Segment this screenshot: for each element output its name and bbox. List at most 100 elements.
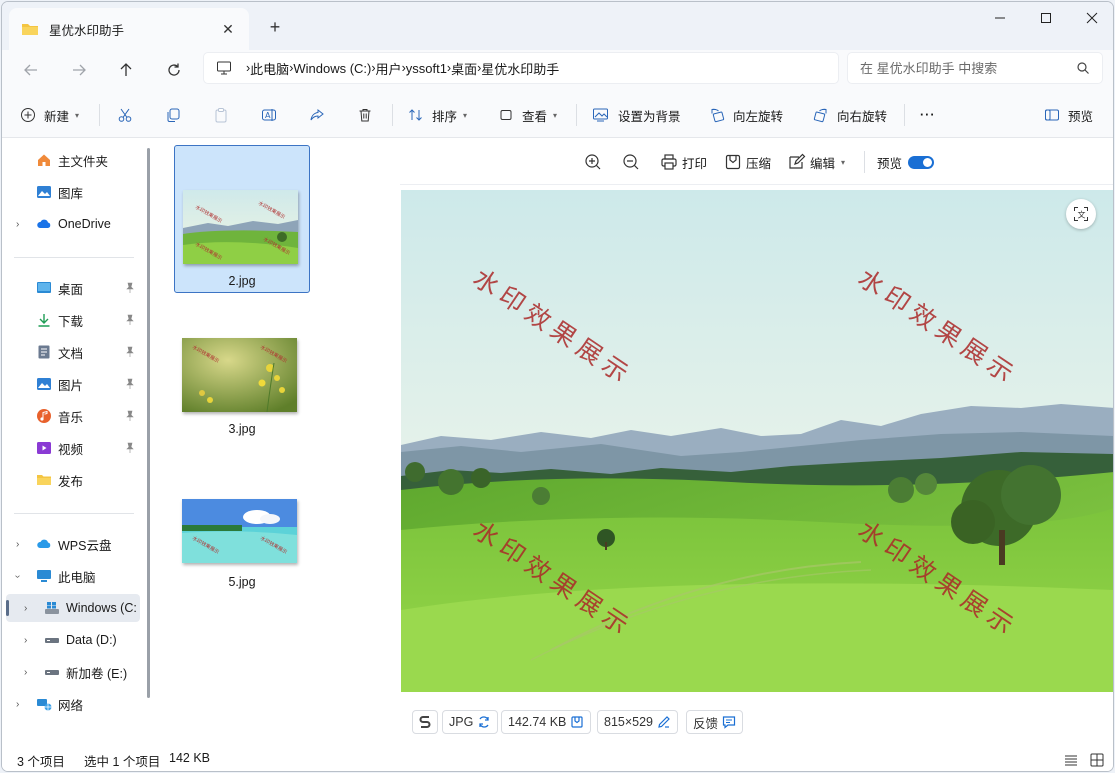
sidebar-item-publish[interactable]: 发布 <box>2 466 142 494</box>
breadcrumb-item[interactable]: 桌面 <box>451 59 477 78</box>
more-options-button[interactable]: ··· <box>920 102 936 128</box>
sidebar-item-label: 音乐 <box>58 410 84 425</box>
preview-pane-button[interactable]: 预览 <box>1044 102 1093 128</box>
format-chip[interactable]: JPG <box>442 710 499 734</box>
details-view-icon[interactable] <box>1063 752 1079 768</box>
sidebar-item-label: 文档 <box>58 346 84 361</box>
view-button[interactable]: 查看 ▾ <box>498 102 557 128</box>
minimize-icon <box>995 17 1005 19</box>
breadcrumb-item[interactable]: 用户 <box>376 59 402 78</box>
text-recognition-button[interactable]: 文 <box>1066 199 1096 229</box>
file-item[interactable]: 水印效果展示 水印效果展示 3.jpg <box>174 294 310 442</box>
search-box[interactable] <box>847 52 1103 84</box>
sidebar-item-music[interactable]: 音乐 <box>2 402 142 430</box>
rotate-left-button[interactable]: 向左旋转 <box>709 102 783 128</box>
sidebar-item-windows-c[interactable]: › Windows (C: <box>6 594 140 622</box>
rotate-right-icon <box>813 108 827 123</box>
chevron-right-icon[interactable]: › <box>24 603 27 614</box>
refresh-button[interactable] <box>159 56 189 84</box>
chevron-right-icon[interactable]: › <box>24 667 27 678</box>
copy-button[interactable] <box>165 102 181 128</box>
breadcrumb-item[interactable]: 此电脑 <box>250 59 289 78</box>
search-icon <box>1077 62 1089 74</box>
breadcrumb-item[interactable]: 星优水印助手 <box>481 59 559 78</box>
file-item[interactable]: 水印效果展示 水印效果展示 5.jpg <box>174 443 310 591</box>
preview-toggle[interactable]: 预览 <box>877 151 935 173</box>
preview-pane-label: 预览 <box>1068 109 1094 124</box>
sort-button[interactable]: 排序 ▾ <box>408 102 467 128</box>
sidebar-item-home[interactable]: 主文件夹 <box>2 146 142 174</box>
sidebar-item-videos[interactable]: 视频 <box>2 434 142 462</box>
rename-button[interactable]: A <box>261 102 277 128</box>
sidebar-scrollbar[interactable] <box>147 148 150 698</box>
toggle-switch[interactable] <box>908 155 935 169</box>
chevron-right-icon[interactable]: › <box>16 219 19 230</box>
file-item[interactable]: 水印效果展示 水印效果展示 水印效果展示 水印效果展示 2.jpg <box>174 145 310 293</box>
back-button[interactable] <box>16 56 46 84</box>
drive-icon <box>45 638 59 643</box>
sidebar-item-desktop[interactable]: 桌面 <box>2 274 142 302</box>
zoom-out-button[interactable] <box>622 151 640 173</box>
sidebar-item-wps-cloud[interactable]: › WPS云盘 <box>2 530 142 558</box>
print-button[interactable]: 打印 <box>660 151 707 173</box>
search-input[interactable] <box>860 60 1076 76</box>
delete-button[interactable] <box>357 102 373 128</box>
sidebar-item-network[interactable]: › 网络 <box>2 690 142 718</box>
file-list: 水印效果展示 水印效果展示 水印效果展示 水印效果展示 2.jpg 水印效果展示… <box>159 139 399 747</box>
breadcrumb-item[interactable]: Windows (C:) <box>293 61 371 76</box>
up-button[interactable] <box>111 56 141 84</box>
pictures-icon <box>37 378 51 390</box>
zoom-in-button[interactable] <box>584 151 602 173</box>
set-background-button[interactable]: 设置为背景 <box>592 102 681 128</box>
chevron-right-icon[interactable]: › <box>16 539 19 550</box>
new-button[interactable]: 新建 ▾ <box>20 102 79 128</box>
breadcrumb[interactable]: › 此电脑 › Windows (C:) › 用户 › yssoft1 › 桌面… <box>203 52 839 84</box>
desktop-icon <box>37 282 51 293</box>
dimensions-label: 815×529 <box>604 715 654 729</box>
sidebar-item-documents[interactable]: 文档 <box>2 338 142 366</box>
folder-icon <box>22 24 38 35</box>
breadcrumb-item[interactable]: yssoft1 <box>406 61 447 76</box>
cloud-icon <box>37 219 51 228</box>
feedback-chip[interactable]: 反馈 <box>686 710 744 734</box>
app-logo-button[interactable] <box>412 710 438 734</box>
file-size-chip[interactable]: 142.74 KB <box>501 710 592 734</box>
maximize-button[interactable] <box>1023 2 1069 34</box>
chevron-down-icon[interactable]: › <box>12 574 23 577</box>
rotate-right-button[interactable]: 向右旋转 <box>813 102 887 128</box>
close-tab-icon[interactable]: ✕ <box>219 21 237 38</box>
preview-info-bar: JPG 142.74 KB 815×529 反馈 <box>400 694 1113 748</box>
tiles-view-icon[interactable] <box>1089 752 1105 768</box>
cut-button[interactable] <box>117 102 133 128</box>
close-window-button[interactable] <box>1069 2 1113 34</box>
sidebar-item-downloads[interactable]: 下载 <box>2 306 142 334</box>
pin-icon <box>126 346 134 357</box>
chevron-right-icon[interactable]: › <box>16 699 19 710</box>
tab-current[interactable]: 星优水印助手 ✕ <box>9 8 249 50</box>
new-label: 新建 <box>44 109 70 124</box>
convert-icon <box>479 716 489 728</box>
dimensions-chip[interactable]: 815×529 <box>597 710 679 734</box>
forward-button[interactable] <box>64 56 94 84</box>
paste-button[interactable] <box>213 102 229 128</box>
chevron-right-icon[interactable]: › <box>24 635 27 646</box>
new-tab-button[interactable]: + <box>264 16 286 38</box>
video-icon <box>37 442 51 454</box>
sidebar-item-this-pc[interactable]: › 此电脑 <box>2 562 142 590</box>
sidebar-item-gallery[interactable]: 图库 <box>2 178 142 206</box>
message-icon <box>722 716 736 729</box>
compress-button[interactable]: 压缩 <box>724 151 771 173</box>
share-button[interactable] <box>309 102 325 128</box>
item-count: 3 个项目 <box>17 755 65 769</box>
compress-label: 压缩 <box>746 156 772 171</box>
sidebar-item-volume-e[interactable]: › 新加卷 (E:) <box>2 658 142 686</box>
sidebar-item-data-d[interactable]: › Data (D:) <box>2 626 142 654</box>
pc-icon <box>37 570 51 582</box>
sidebar-item-pictures[interactable]: 图片 <box>2 370 142 398</box>
minimize-button[interactable] <box>977 2 1023 34</box>
edit-button[interactable]: 编辑 ▾ <box>788 151 845 173</box>
sidebar-item-label: 视频 <box>58 442 84 457</box>
sidebar-item-onedrive[interactable]: › OneDrive <box>2 210 142 238</box>
file-thumbnail: 水印效果展示 水印效果展示 <box>182 499 297 563</box>
maximize-icon <box>1041 13 1051 23</box>
